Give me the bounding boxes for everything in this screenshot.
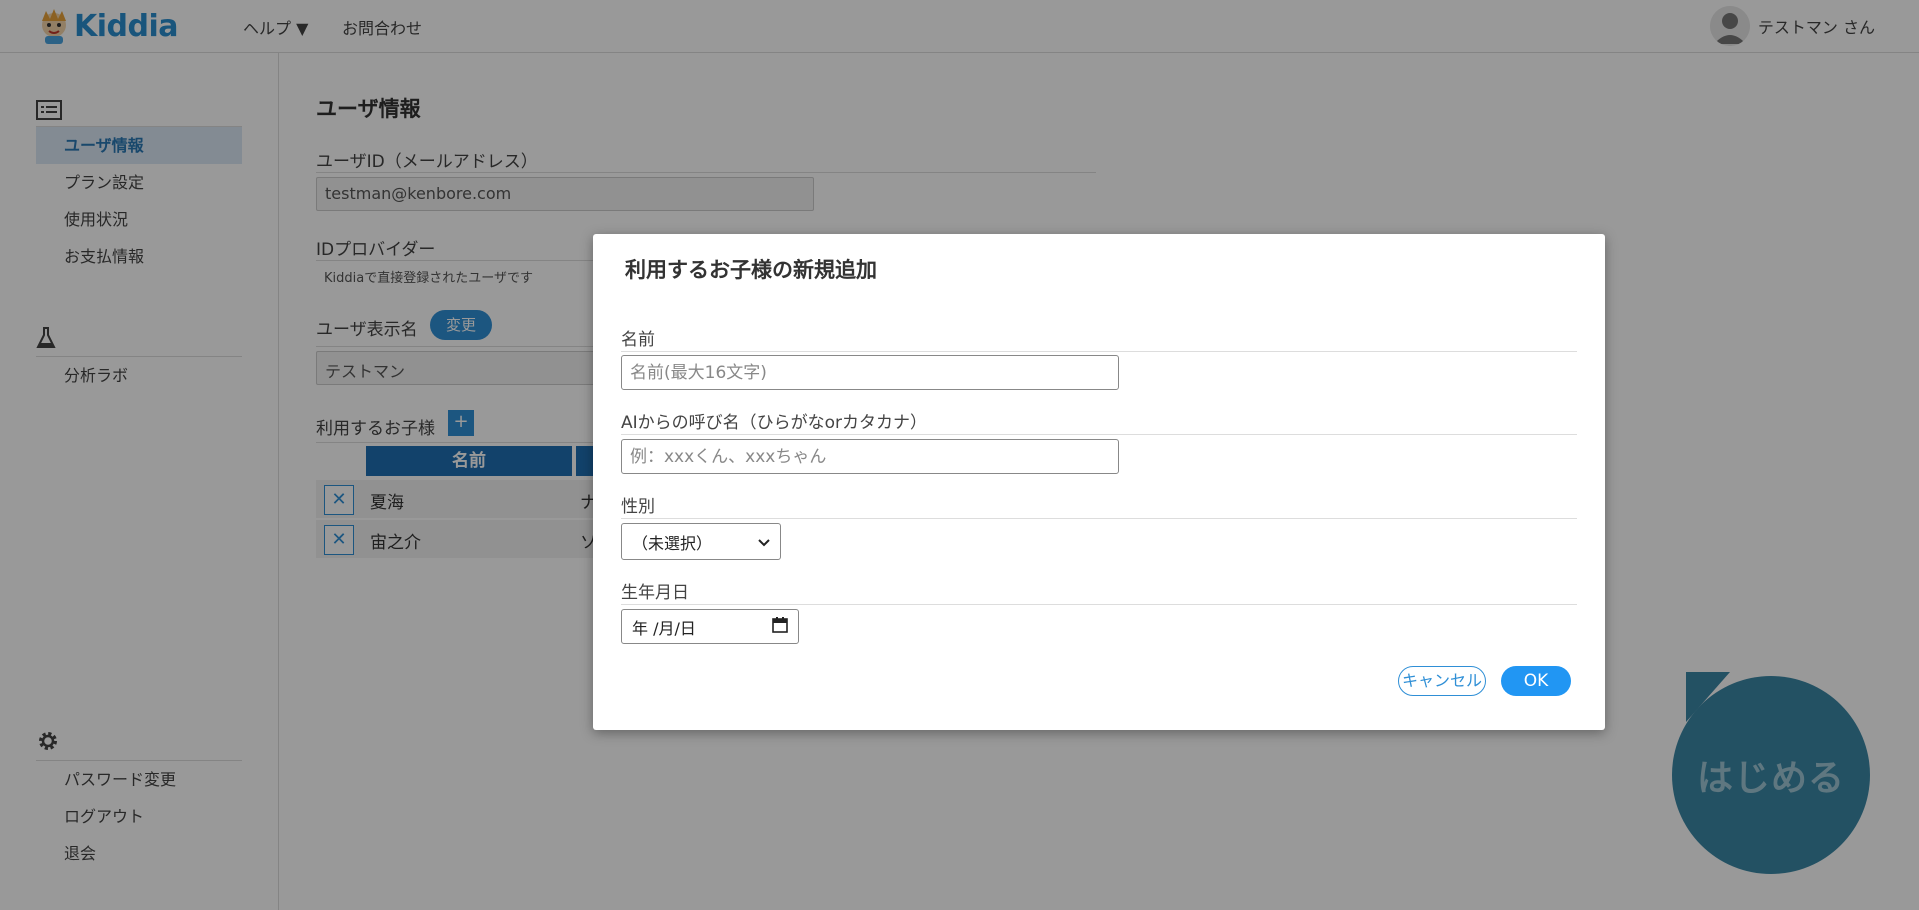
ok-button[interactable]: OK [1501,666,1571,696]
divider [621,518,1577,519]
cancel-button[interactable]: キャンセル [1398,666,1486,696]
divider [621,604,1577,605]
add-child-dialog: 利用するお子様の新規追加 名前 AIからの呼び名（ひらがなorカタカナ） 性別 … [593,234,1605,730]
gender-label: 性別 [621,497,655,517]
calendar-icon[interactable] [772,616,788,637]
birthday-label: 生年月日 [621,583,689,603]
gender-select[interactable]: （未選択） [621,523,781,560]
gender-select-value: （未選択） [632,533,713,553]
nickname-label: AIからの呼び名（ひらがなorカタカナ） [621,413,928,433]
birthday-date-value: 年 /月/日 [632,618,696,638]
chevron-down-icon [758,532,770,551]
child-name-input[interactable] [621,355,1119,390]
divider [621,434,1577,435]
divider [621,351,1577,352]
nickname-input[interactable] [621,439,1119,474]
dialog-title: 利用するお子様の新規追加 [625,258,877,282]
name-label: 名前 [621,330,655,350]
birthday-date-input[interactable]: 年 /月/日 [621,609,799,644]
